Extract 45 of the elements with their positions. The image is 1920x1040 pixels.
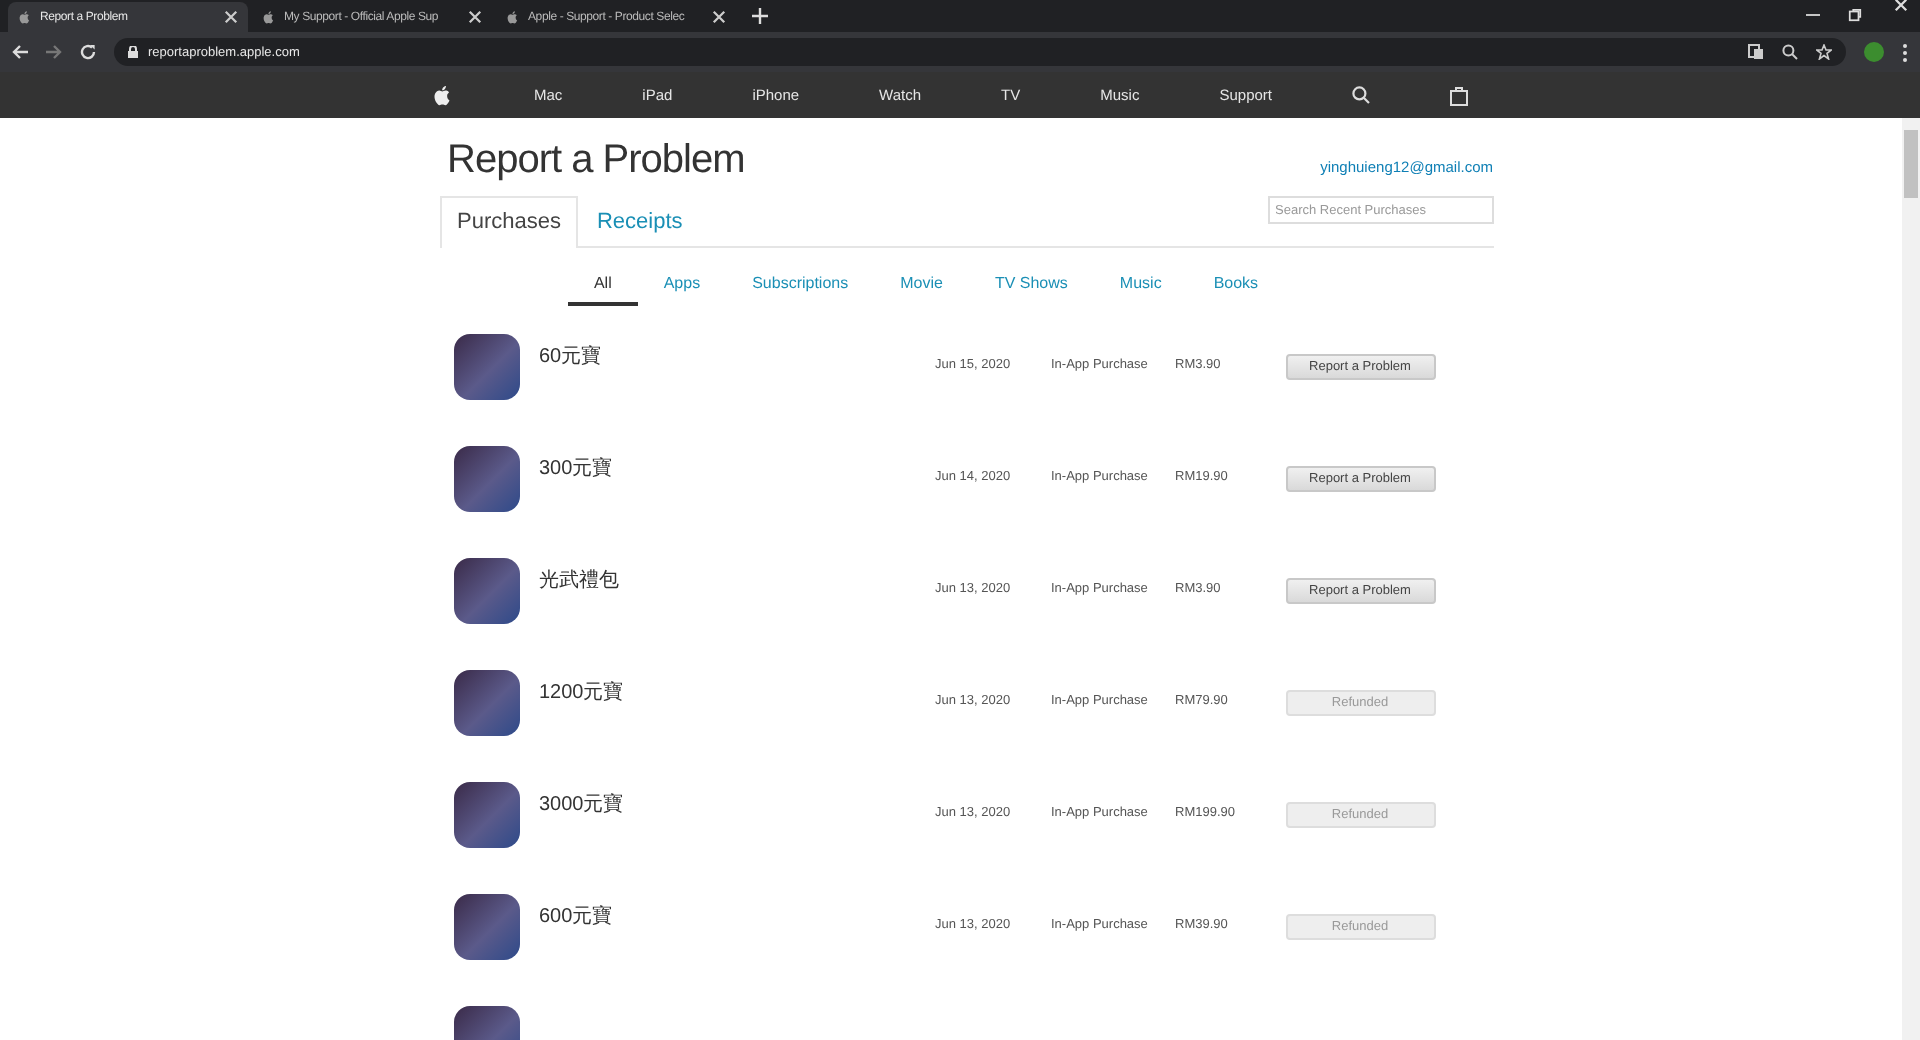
item-name: 300元寶 <box>539 455 615 484</box>
favicon-icon <box>18 10 32 24</box>
reload-icon[interactable] <box>80 44 96 60</box>
more-icon[interactable] <box>1902 43 1908 61</box>
section-tab[interactable]: Receipts <box>578 196 701 246</box>
filter-tab[interactable]: Subscriptions <box>726 268 875 306</box>
item-name: 1200元寶 <box>539 679 626 708</box>
filter-tab[interactable]: All <box>567 268 638 306</box>
filter-tab[interactable]: Books <box>1187 268 1285 306</box>
item-name: 3000元寶 <box>539 791 626 820</box>
close-icon[interactable] <box>468 10 482 24</box>
app-icon <box>453 894 519 960</box>
forward-icon[interactable] <box>46 44 62 60</box>
item-name: 光武禮包 <box>539 567 621 596</box>
favicon-icon <box>506 10 520 24</box>
filter-tab[interactable]: Music <box>1093 268 1188 306</box>
restore-icon[interactable] <box>1848 8 1862 22</box>
app-icon <box>453 670 519 736</box>
apple-logo-icon <box>432 84 454 106</box>
close-icon[interactable] <box>224 10 238 24</box>
item-name: 60元寶 <box>539 343 604 372</box>
close-window-icon[interactable] <box>1894 0 1908 12</box>
page-title: Report a Problem <box>447 138 745 184</box>
app-icon <box>453 558 519 624</box>
star-icon[interactable] <box>1816 44 1832 60</box>
new-tab-icon[interactable] <box>752 8 768 24</box>
back-icon[interactable] <box>12 44 28 60</box>
filter-tab[interactable]: Movie <box>874 268 969 306</box>
translate-icon[interactable] <box>1748 44 1764 60</box>
app-icon <box>453 446 519 512</box>
search-icon[interactable] <box>1352 86 1370 104</box>
section-tab[interactable]: Purchases <box>439 196 579 248</box>
close-icon[interactable] <box>712 10 726 24</box>
lock-icon <box>128 46 138 58</box>
zoom-icon[interactable] <box>1782 44 1798 60</box>
filter-tab[interactable]: TV Shows <box>968 268 1094 306</box>
profile-avatar[interactable] <box>1864 42 1884 62</box>
app-icon <box>453 334 519 400</box>
favicon-icon <box>262 10 276 24</box>
app-icon <box>453 782 519 848</box>
filter-tab[interactable]: Apps <box>637 268 727 306</box>
item-name: 600元寶 <box>539 903 615 932</box>
bag-icon[interactable] <box>1450 85 1468 105</box>
minimize-icon[interactable] <box>1806 8 1820 22</box>
scrollbar[interactable] <box>1902 118 1920 1040</box>
